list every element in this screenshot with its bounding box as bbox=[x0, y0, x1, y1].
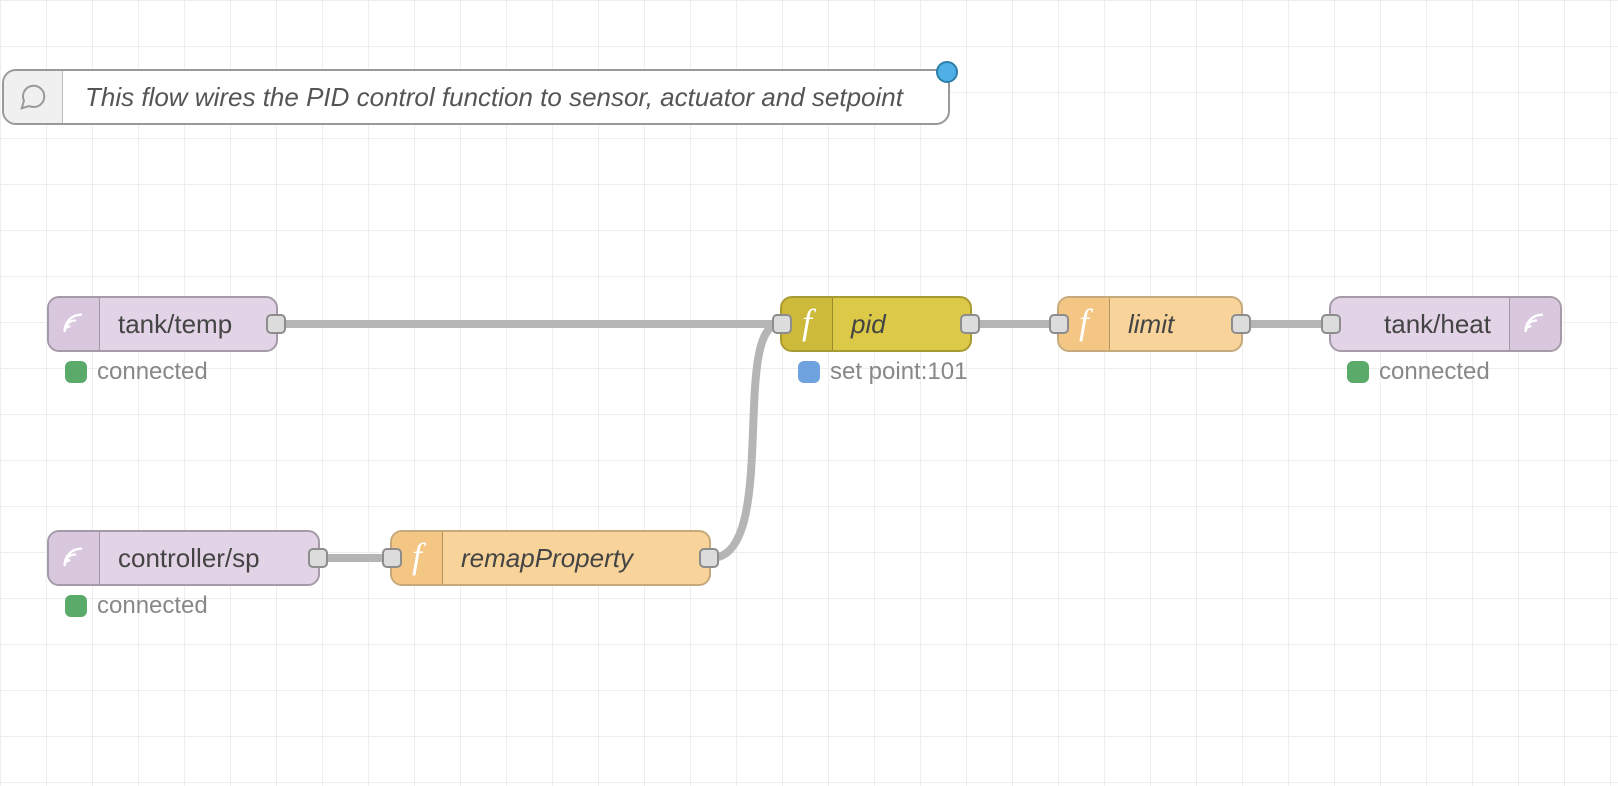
node-tank-temp[interactable]: tank/temp connected bbox=[47, 296, 278, 352]
node-limit[interactable]: f limit bbox=[1057, 296, 1243, 352]
node-label: tank/temp bbox=[100, 298, 276, 350]
node-status: connected bbox=[65, 358, 208, 386]
status-text: connected bbox=[97, 592, 208, 620]
node-status: connected bbox=[65, 592, 208, 620]
status-text: connected bbox=[97, 358, 208, 386]
output-port[interactable] bbox=[266, 314, 286, 334]
status-dot-icon bbox=[798, 361, 820, 383]
comment-marker-icon bbox=[936, 61, 958, 83]
mqtt-icon bbox=[1509, 298, 1560, 350]
input-port[interactable] bbox=[772, 314, 792, 334]
output-port[interactable] bbox=[960, 314, 980, 334]
node-label: tank/heat bbox=[1331, 298, 1509, 350]
output-port[interactable] bbox=[308, 548, 328, 568]
mqtt-icon bbox=[49, 532, 100, 584]
node-pid[interactable]: f pid set point:101 bbox=[780, 296, 972, 352]
status-text: connected bbox=[1379, 358, 1490, 386]
comment-text: This flow wires the PID control function… bbox=[63, 71, 948, 123]
status-dot-icon bbox=[65, 595, 87, 617]
status-text: set point:101 bbox=[830, 358, 967, 386]
comment-icon bbox=[4, 71, 63, 123]
node-status: set point:101 bbox=[798, 358, 967, 386]
output-port[interactable] bbox=[1231, 314, 1251, 334]
node-tank-heat[interactable]: tank/heat connected bbox=[1329, 296, 1562, 352]
node-status: connected bbox=[1347, 358, 1490, 386]
node-controller-sp[interactable]: controller/sp connected bbox=[47, 530, 320, 586]
mqtt-icon bbox=[49, 298, 100, 350]
input-port[interactable] bbox=[382, 548, 402, 568]
node-label: remapProperty bbox=[443, 532, 709, 584]
node-label: pid bbox=[833, 298, 970, 350]
status-dot-icon bbox=[65, 361, 87, 383]
flow-canvas[interactable]: This flow wires the PID control function… bbox=[0, 0, 1618, 786]
node-label: controller/sp bbox=[100, 532, 318, 584]
input-port[interactable] bbox=[1049, 314, 1069, 334]
output-port[interactable] bbox=[699, 548, 719, 568]
status-dot-icon bbox=[1347, 361, 1369, 383]
input-port[interactable] bbox=[1321, 314, 1341, 334]
node-label: limit bbox=[1110, 298, 1241, 350]
node-remap-property[interactable]: f remapProperty bbox=[390, 530, 711, 586]
comment-node[interactable]: This flow wires the PID control function… bbox=[2, 69, 950, 125]
